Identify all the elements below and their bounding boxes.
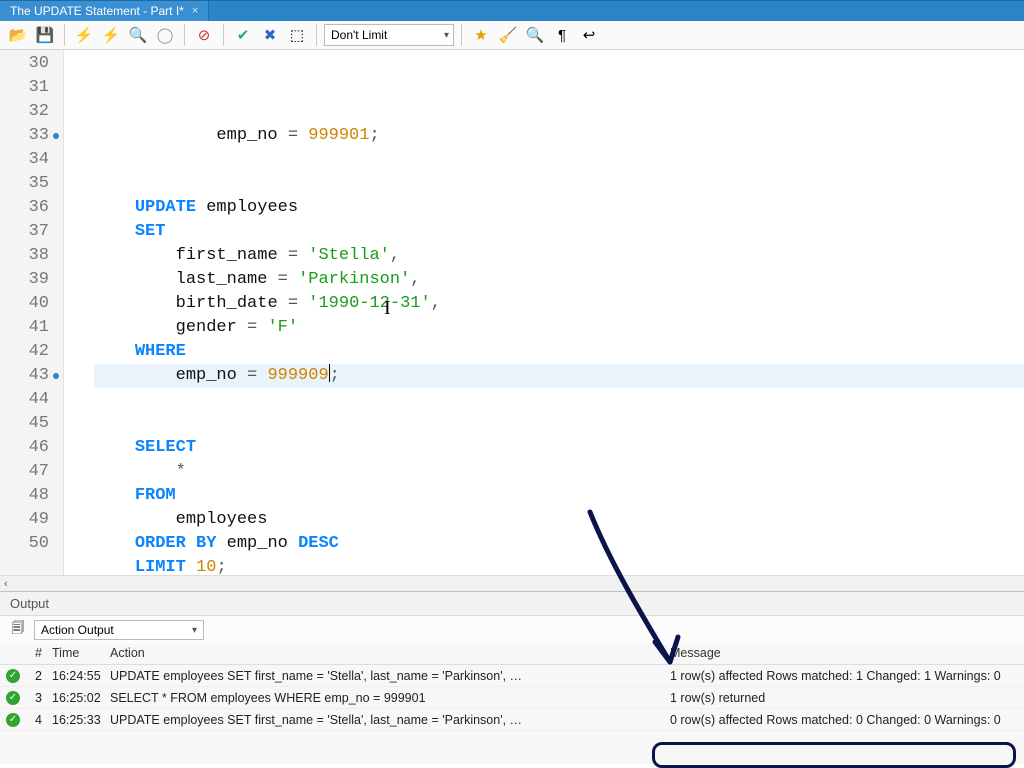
output-panel-title: Output: [0, 592, 1024, 616]
commit-button[interactable]: ✔: [231, 23, 255, 47]
row-limit-select[interactable]: Don't Limit: [324, 24, 454, 46]
output-row[interactable]: ✓ 216:24:55UPDATE employees SET first_nam…: [0, 665, 1024, 687]
editor-horizontal-scrollbar[interactable]: ‹: [0, 575, 1024, 591]
row-message: 0 row(s) affected Rows matched: 0 Change…: [670, 713, 1024, 727]
tab-title: The UPDATE Statement - Part I*: [10, 4, 184, 18]
row-message: 1 row(s) affected Rows matched: 1 Change…: [670, 669, 1024, 683]
sql-editor[interactable]: 3031323334353637383940414243444546474849…: [0, 50, 1024, 575]
cleanup-button[interactable]: 🧹: [496, 23, 520, 47]
row-action: SELECT * FROM employees WHERE emp_no = 9…: [110, 691, 670, 705]
status-ok-icon: ✓: [6, 691, 20, 705]
toolbar-separator: [461, 24, 462, 46]
row-number: 3: [26, 691, 52, 705]
open-file-button[interactable]: 📂: [6, 23, 30, 47]
col-number: #: [26, 646, 52, 660]
stop-button[interactable]: ◯: [153, 23, 177, 47]
output-mode-icon[interactable]: 🗐: [8, 620, 28, 640]
output-grid: # Time Action Message ✓216:24:55UPDATE e…: [0, 644, 1024, 731]
output-row[interactable]: ✓ 316:25:02SELECT * FROM employees WHERE …: [0, 687, 1024, 709]
rollback-button[interactable]: ✖: [258, 23, 282, 47]
explain-button[interactable]: 🔍: [126, 23, 150, 47]
output-panel: Output 🗐 Action Output # Time Action Mes…: [0, 591, 1024, 764]
editor-tabbar: The UPDATE Statement - Part I* ×: [0, 0, 1024, 21]
row-time: 16:25:33: [52, 713, 110, 727]
code-area[interactable]: I emp_no = 999901; UPDATE employees SET …: [64, 50, 1024, 575]
execute-current-button[interactable]: ⚡: [99, 23, 123, 47]
output-row[interactable]: ✓ 416:25:33UPDATE employees SET first_nam…: [0, 709, 1024, 731]
output-toolbar: 🗐 Action Output: [0, 616, 1024, 644]
toolbar-separator: [223, 24, 224, 46]
row-action: UPDATE employees SET first_name = 'Stell…: [110, 713, 670, 727]
row-message: 1 row(s) returned: [670, 691, 1024, 705]
toolbar-separator: [316, 24, 317, 46]
col-message: Message: [670, 646, 1024, 660]
status-ok-icon: ✓: [6, 713, 20, 727]
output-grid-header: # Time Action Message: [0, 644, 1024, 665]
toolbar-separator: [64, 24, 65, 46]
col-action: Action: [110, 646, 670, 660]
col-time: Time: [52, 646, 110, 660]
output-mode-label: Action Output: [41, 623, 114, 637]
toggle-whitespace-button[interactable]: ⬚: [285, 23, 309, 47]
beautify-button[interactable]: ★: [469, 23, 493, 47]
annotation-highlight-box: [652, 742, 1016, 768]
row-number: 2: [26, 669, 52, 683]
close-icon[interactable]: ×: [192, 5, 198, 17]
scroll-left-icon[interactable]: ‹: [4, 578, 8, 590]
line-gutter: 3031323334353637383940414243444546474849…: [0, 50, 64, 575]
toolbar: 📂 💾 ⚡ ⚡ 🔍 ◯ ⊘ ✔ ✖ ⬚ Don't Limit ★ 🧹 🔍 ¶ …: [0, 21, 1024, 50]
status-ok-icon: ✓: [6, 669, 20, 683]
toggle-autocommit-button[interactable]: ⊘: [192, 23, 216, 47]
row-number: 4: [26, 713, 52, 727]
editor-tab[interactable]: The UPDATE Statement - Part I* ×: [0, 1, 209, 21]
text-cursor-icon: I: [384, 296, 391, 320]
wrap-button[interactable]: ↩: [577, 23, 601, 47]
row-action: UPDATE employees SET first_name = 'Stell…: [110, 669, 670, 683]
toggle-invisible-button[interactable]: ¶: [550, 23, 574, 47]
row-time: 16:25:02: [52, 691, 110, 705]
save-button[interactable]: 💾: [33, 23, 57, 47]
row-time: 16:24:55: [52, 669, 110, 683]
execute-button[interactable]: ⚡: [72, 23, 96, 47]
search-button[interactable]: 🔍: [523, 23, 547, 47]
output-mode-select[interactable]: Action Output: [34, 620, 204, 640]
row-limit-label: Don't Limit: [331, 28, 387, 42]
toolbar-separator: [184, 24, 185, 46]
